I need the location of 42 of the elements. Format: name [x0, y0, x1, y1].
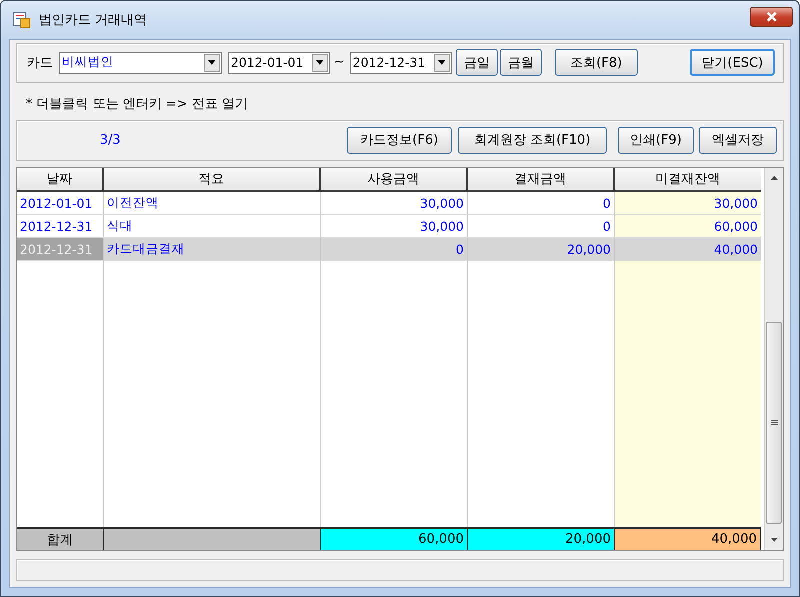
close-button[interactable]: 닫기(ESC): [690, 49, 775, 76]
card-label: 카드: [27, 54, 53, 72]
window-title: 법인카드 거래내역: [39, 12, 148, 29]
column-header[interactable]: 사용금액: [321, 168, 468, 192]
vertical-scrollbar[interactable]: [764, 168, 783, 550]
filter-button[interactable]: 금월: [500, 49, 542, 76]
toolbar-button[interactable]: 엑셀저장: [699, 126, 777, 154]
total-label: 합계: [17, 527, 104, 550]
range-separator: ~: [334, 55, 345, 70]
table-cell: 2012-12-31: [17, 238, 104, 262]
table-cell: 2012-01-01: [17, 192, 104, 216]
table-cell: 30,000: [321, 192, 468, 216]
scroll-thumb[interactable]: [766, 322, 782, 524]
table-cell: 0: [321, 238, 468, 262]
filter-button[interactable]: 조회(F8): [554, 49, 638, 76]
table-cell: 30,000: [615, 192, 761, 216]
table-cell: 카드대금결재: [104, 238, 321, 262]
table-cell: 20,000: [468, 238, 615, 262]
column-header[interactable]: 날짜: [17, 168, 104, 192]
toolbar-button[interactable]: 회계원장 조회(F10): [458, 126, 607, 154]
column-header[interactable]: 결재금액: [468, 168, 615, 192]
toolbar-button[interactable]: 카드정보(F6): [347, 126, 452, 154]
table-cell: 60,000: [615, 215, 761, 238]
close-icon[interactable]: [766, 12, 778, 22]
total-cell: 40,000: [615, 527, 761, 550]
table-row[interactable]: 2012-12-31 카드대금결재 0 20,000 40,000: [17, 238, 764, 262]
card-dropdown[interactable]: 비씨법인: [59, 52, 222, 74]
ledger-icon: [13, 11, 31, 29]
hint-text: * 더블클릭 또는 엔터키 => 전표 열기: [25, 96, 250, 110]
column-header[interactable]: 적요: [104, 168, 321, 192]
table-row[interactable]: 2012-01-01 이전잔액 30,000 0 30,000: [17, 192, 764, 216]
date-to-dropdown[interactable]: 2012-12-31: [350, 52, 452, 74]
table-cell: 이전잔액: [104, 192, 321, 216]
record-count: 3/3: [100, 132, 121, 148]
total-cell: 20,000: [468, 527, 615, 550]
table-cell: 40,000: [615, 238, 761, 262]
toolbar-button[interactable]: 인쇄(F9): [618, 126, 694, 154]
close-button[interactable]: [750, 7, 793, 27]
filter-button[interactable]: 금일: [456, 49, 498, 76]
column-header[interactable]: 미결재잔액: [615, 168, 761, 192]
date-from-dropdown[interactable]: 2012-01-01: [228, 52, 330, 74]
total-cell: 60,000: [321, 527, 468, 550]
